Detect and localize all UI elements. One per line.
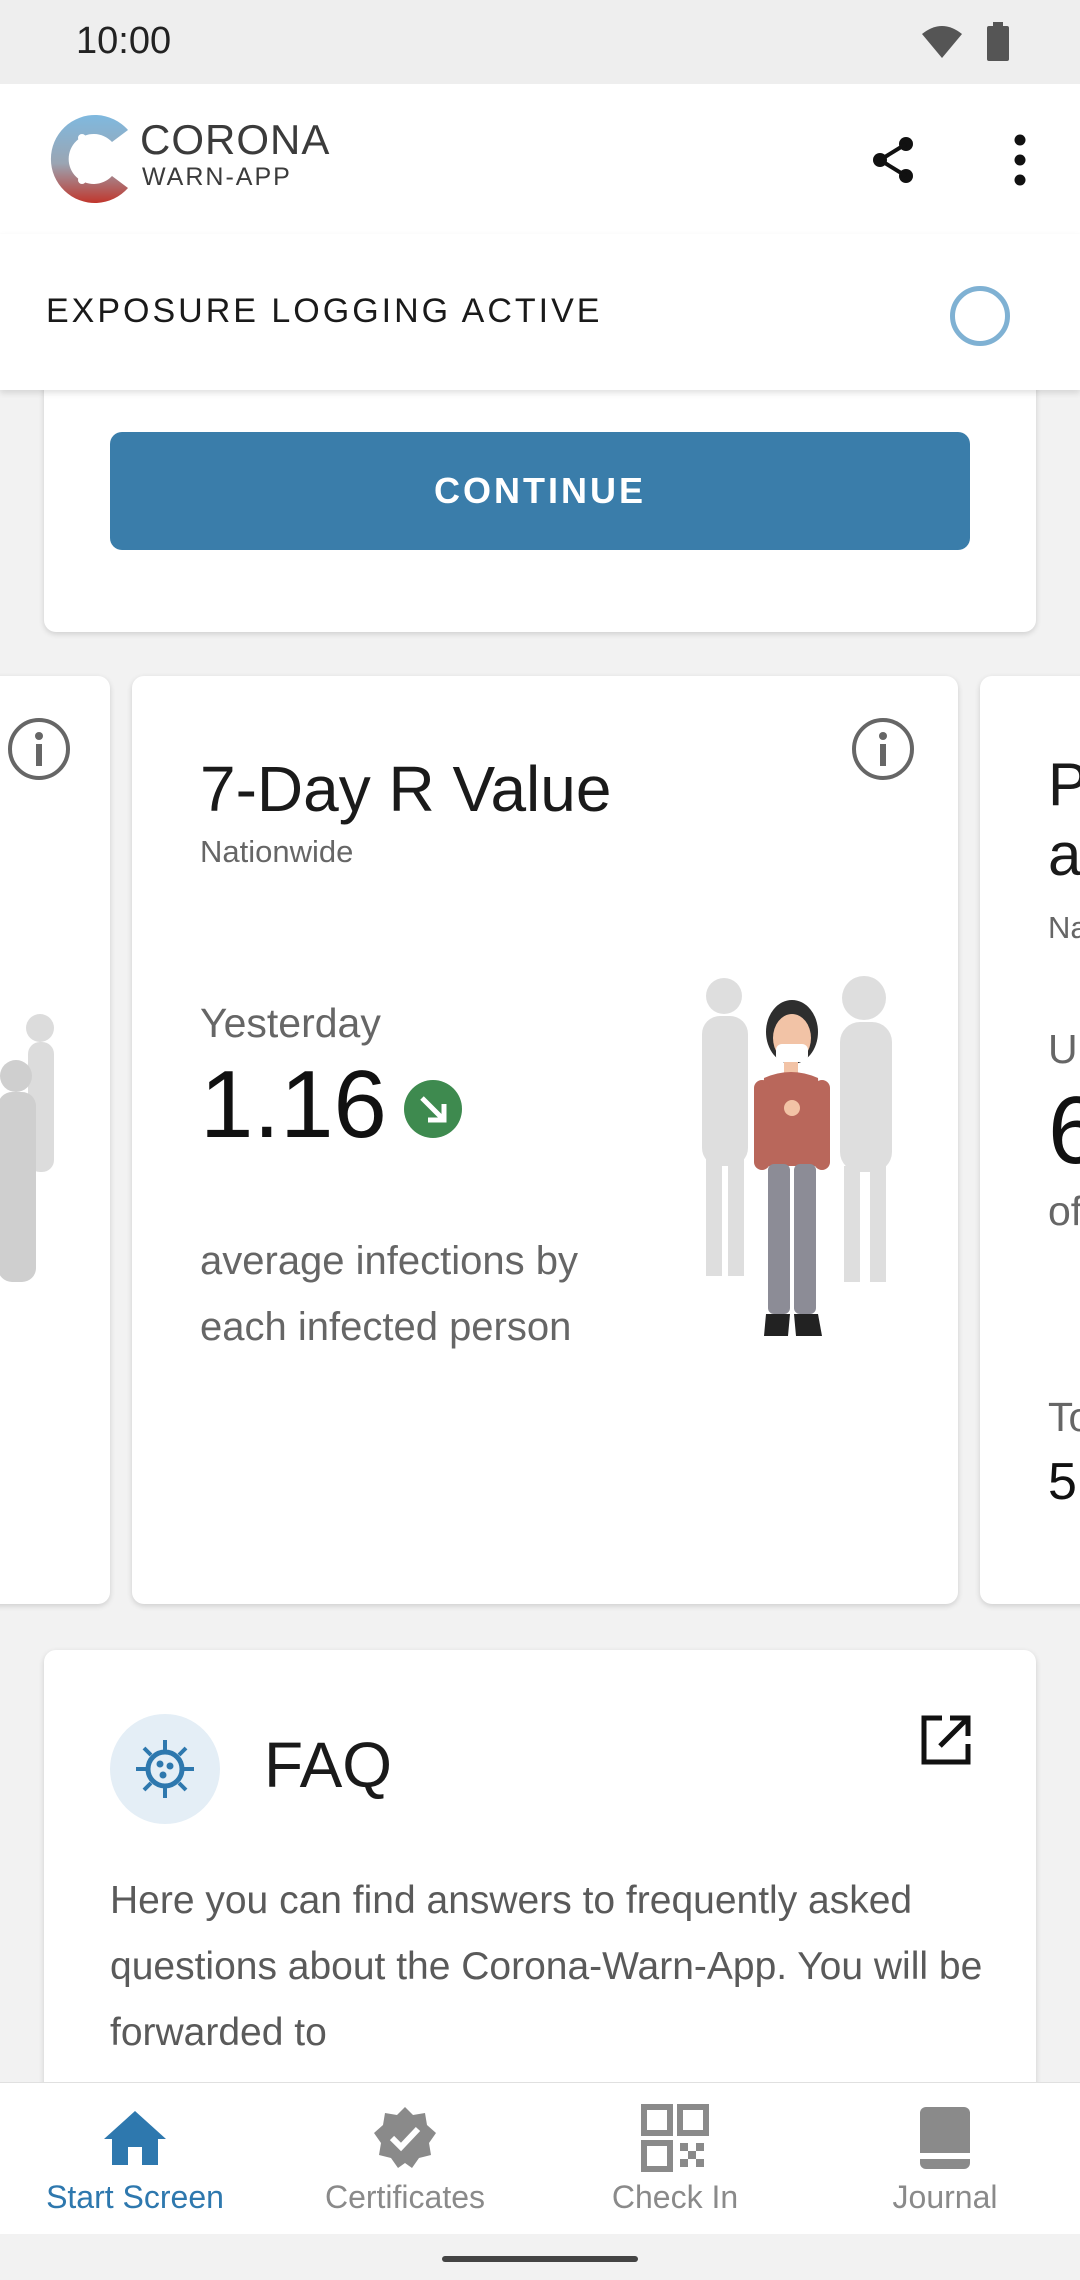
home-icon xyxy=(104,2111,166,2165)
home-gesture-handle[interactable] xyxy=(442,2256,638,2262)
status-time: 10:00 xyxy=(76,20,172,62)
r-value-card[interactable]: 7-Day R Value Nationwide Yesterday 1.16 … xyxy=(132,676,958,1604)
nav-start-screen[interactable]: Start Screen xyxy=(0,2083,270,2234)
status-bar: 10:00 xyxy=(0,0,1080,84)
exposure-logging-bar[interactable]: EXPOSURE LOGGING ACTIVE xyxy=(0,234,1080,390)
logo-title: CORONA xyxy=(140,116,331,163)
nav-certificates[interactable]: Certificates xyxy=(270,2083,540,2234)
statistics-card-next[interactable]: P a Na Up 6 of To 5 xyxy=(980,676,1080,1604)
r-value-period-label: Yesterday xyxy=(200,1000,381,1046)
virus-icon xyxy=(136,1740,194,1798)
risk-card: CONTINUE xyxy=(44,360,1036,632)
next-card-total-label: To xyxy=(1048,1394,1080,1440)
logo-text: CORONA WARN-APP xyxy=(140,118,330,192)
open-external-icon[interactable] xyxy=(916,1710,976,1770)
nav-label-journal: Journal xyxy=(892,2179,998,2215)
journal-icon xyxy=(920,2107,970,2169)
trend-down-icon xyxy=(404,1080,462,1138)
app-bar: CORONA WARN-APP xyxy=(0,84,1080,234)
people-illustration xyxy=(0,1014,54,1282)
more-vert-icon[interactable] xyxy=(1000,134,1040,186)
next-card-title-line1: P xyxy=(1048,751,1080,818)
wifi-icon xyxy=(922,26,962,58)
next-card-label: Up xyxy=(1048,1026,1080,1072)
statistics-card-previous[interactable] xyxy=(0,676,110,1604)
next-card-value: 6 xyxy=(1048,1077,1080,1184)
next-card-title: P a xyxy=(1048,750,1080,890)
gesture-navigation-area xyxy=(0,2234,1080,2280)
corona-warn-app-logo xyxy=(50,115,128,203)
certificate-icon xyxy=(374,2107,436,2168)
r-value-subtitle: Nationwide xyxy=(200,834,354,869)
info-icon[interactable] xyxy=(850,716,916,782)
r-value-description: average infections by each infected pers… xyxy=(200,1239,579,1349)
exposure-logging-label: EXPOSURE LOGGING ACTIVE xyxy=(46,292,603,330)
person-with-mask-illustration xyxy=(702,976,892,1336)
info-icon[interactable] xyxy=(6,716,72,782)
nav-label-certificates: Certificates xyxy=(324,2179,486,2215)
faq-description: Here you can find answers to frequently … xyxy=(110,1879,983,2054)
bottom-navigation: Start Screen Certificates Check In Journ… xyxy=(0,2082,1080,2234)
qr-code-icon xyxy=(641,2104,709,2172)
faq-icon-container xyxy=(110,1714,220,1824)
nav-journal[interactable]: Journal xyxy=(810,2083,1080,2234)
next-card-total-value: 5 xyxy=(1048,1453,1077,1511)
continue-button[interactable]: CONTINUE xyxy=(110,432,970,550)
nav-check-in[interactable]: Check In xyxy=(540,2083,810,2234)
status-icons xyxy=(920,22,1010,62)
next-card-title-line2: a xyxy=(1048,821,1080,888)
share-icon[interactable] xyxy=(868,134,920,186)
r-value-number: 1.16 xyxy=(200,1051,387,1158)
faq-title: FAQ xyxy=(264,1729,393,1801)
nav-label-start-screen: Start Screen xyxy=(46,2179,224,2215)
logo-subtitle: WARN-APP xyxy=(142,163,292,191)
r-value-title: 7-Day R Value xyxy=(200,753,612,825)
battery-icon xyxy=(987,22,1009,61)
exposure-status-ring-icon xyxy=(950,286,1010,346)
nav-label-check-in: Check In xyxy=(611,2179,739,2215)
next-card-of: of xyxy=(1048,1188,1080,1234)
next-card-subtitle: Na xyxy=(1048,910,1080,945)
